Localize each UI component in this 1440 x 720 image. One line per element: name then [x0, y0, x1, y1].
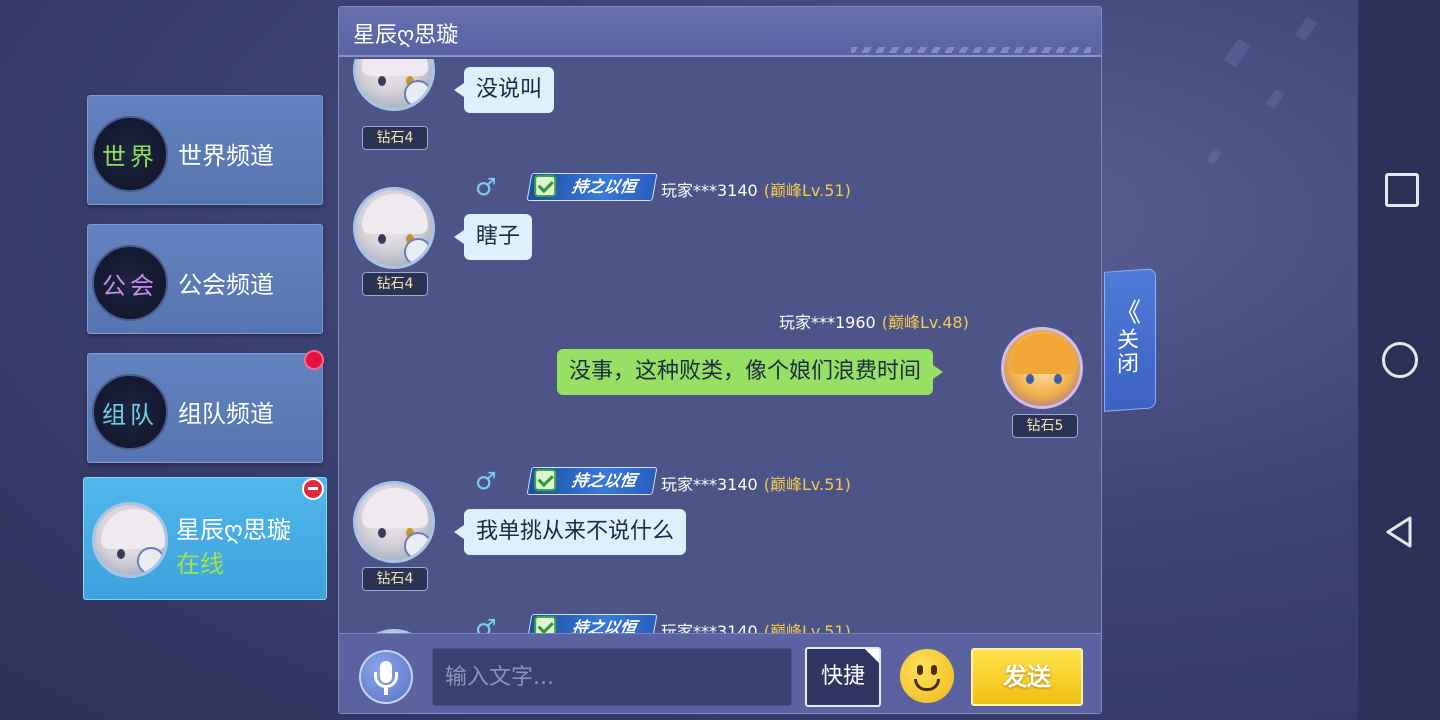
close-panel-button[interactable]: 《 关闭 [1104, 268, 1156, 412]
sender-meta: 玩家***3140 (巅峰Lv.51) [661, 471, 851, 495]
world-channel-badge: 世界 [92, 116, 168, 192]
rank-badge: 钻石4 [362, 272, 428, 296]
channel-tab-team[interactable]: 组队 组队频道 [87, 350, 324, 463]
rank-badge: 钻石5 [1012, 414, 1078, 438]
check-icon [534, 175, 557, 197]
title-tag-text: 持之以恒 [570, 471, 638, 490]
sender-avatar[interactable] [353, 481, 435, 563]
header-decoration [851, 47, 1091, 53]
check-icon [534, 469, 557, 491]
home-icon[interactable] [1382, 342, 1418, 378]
background-shard [1294, 16, 1318, 42]
message-bubble: 我单挑从来不说什么 [453, 509, 687, 555]
male-gender-icon: ♂ [475, 467, 497, 495]
team-channel-badge: 组队 [92, 374, 168, 450]
message-bubble: 没事，这种败类，像个娘们浪费时间 [557, 349, 944, 395]
sender-meta: 玩家***1960 (巅峰Lv.48) [779, 309, 969, 333]
back-icon[interactable] [1382, 514, 1418, 550]
message-bubble: 瞎子 [453, 214, 533, 260]
microphone-icon[interactable] [359, 650, 413, 704]
channel-label: 世界频道 [178, 142, 274, 170]
sender-avatar[interactable] [353, 187, 435, 269]
background-shard [1206, 148, 1222, 166]
title-tag: 持之以恒 [526, 467, 658, 495]
chat-panel: 星辰ღ思璇 钻石4 没说叫 ♂ 持之以恒 玩家***3140 (巅峰Lv.51) … [338, 6, 1102, 714]
guild-channel-badge: 公会 [92, 245, 168, 321]
title-tag-text: 持之以恒 [570, 177, 638, 196]
message-list[interactable]: 钻石4 没说叫 ♂ 持之以恒 玩家***3140 (巅峰Lv.51) 钻石4 瞎子… [339, 59, 1101, 637]
sender-name: 玩家***3140 [661, 475, 758, 494]
channel-label: 公会频道 [178, 271, 274, 299]
sender-avatar[interactable] [353, 59, 435, 111]
message-input[interactable] [432, 648, 792, 706]
channel-tab-world[interactable]: 世界 世界频道 [87, 95, 323, 205]
close-label: 关闭 [1117, 327, 1140, 378]
self-avatar[interactable] [1001, 327, 1083, 409]
sender-name: 玩家***1960 [779, 313, 876, 332]
background-shard [1265, 88, 1285, 110]
male-gender-icon: ♂ [475, 173, 497, 201]
chat-header: 星辰ღ思璇 [339, 7, 1101, 57]
friend-name: 星辰ღ思璇 [176, 516, 291, 544]
sender-level: (巅峰Lv.48) [881, 313, 969, 332]
sender-name: 玩家***3140 [661, 181, 758, 200]
rank-badge: 钻石4 [362, 567, 428, 591]
input-bar: 快捷 发送 [339, 633, 1101, 713]
sender-level: (巅峰Lv.51) [763, 475, 851, 494]
friend-status: 在线 [176, 550, 224, 578]
remove-friend-icon[interactable] [302, 478, 324, 500]
friend-tab-selected[interactable]: 星辰ღ思璇 在线 [83, 477, 327, 600]
channel-tab-guild[interactable]: 公会 公会频道 [87, 224, 323, 334]
chat-title: 星辰ღ思璇 [353, 23, 459, 48]
notification-dot [304, 350, 324, 370]
sender-meta: 玩家***3140 (巅峰Lv.51) [661, 177, 851, 201]
send-button[interactable]: 发送 [971, 648, 1083, 706]
recent-apps-icon[interactable] [1382, 170, 1419, 207]
quick-phrase-button[interactable]: 快捷 [805, 647, 881, 707]
rank-badge: 钻石4 [362, 126, 428, 150]
sender-level: (巅峰Lv.51) [763, 181, 851, 200]
channel-label: 组队频道 [178, 400, 274, 428]
friend-avatar [92, 502, 168, 578]
emoji-icon[interactable] [900, 649, 954, 703]
message-bubble: 没说叫 [453, 67, 555, 113]
android-navigation-bar [1358, 0, 1440, 720]
background-shard [1223, 38, 1251, 68]
title-tag: 持之以恒 [526, 173, 658, 201]
double-chevron-left-icon: 《 [1115, 298, 1142, 331]
